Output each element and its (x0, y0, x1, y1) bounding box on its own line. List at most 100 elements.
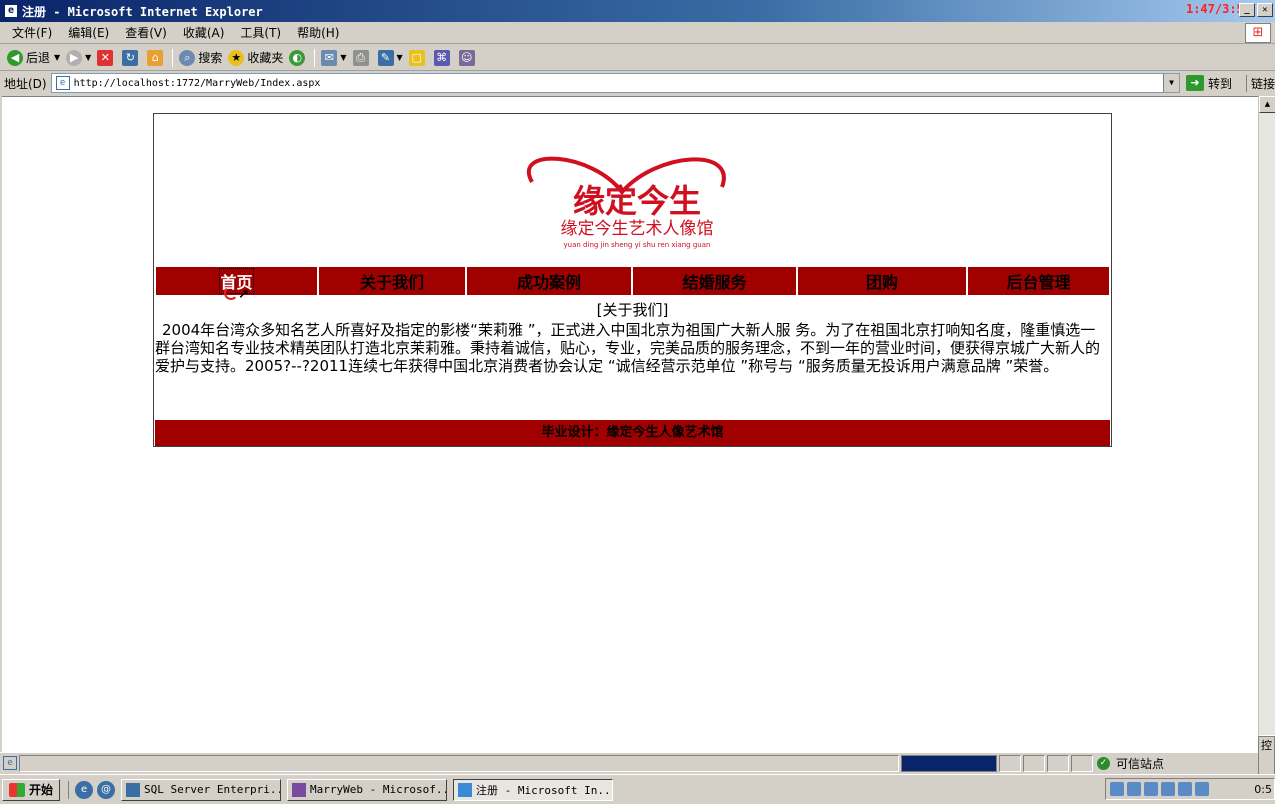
nav-about[interactable]: 关于我们 (319, 267, 465, 295)
menu-view[interactable]: 查看(V) (117, 24, 175, 41)
links-button[interactable]: 链接 (1246, 74, 1275, 92)
network-icon[interactable] (1110, 782, 1124, 796)
security-zone[interactable]: ✓ 可信站点 (1093, 755, 1164, 772)
task-label: 注册 - Microsoft In... (476, 783, 614, 797)
edit-button[interactable]: ✎ ▼ (375, 47, 406, 69)
about-paragraph: 2004年台湾众多知名艺人所喜好及指定的影楼“茉莉雅 ”，正式进入中国北京为祖国… (155, 321, 1101, 375)
window-titlebar[interactable]: e 注册 - Microsoft Internet Explorer 1:47/… (0, 0, 1275, 22)
discuss-button[interactable]: ▢ (406, 47, 431, 69)
status-bar: e ✓ 可信站点 (0, 752, 1258, 773)
status-pane (1023, 754, 1045, 772)
visual-studio-icon (292, 782, 307, 797)
volume-icon[interactable] (1127, 782, 1141, 796)
menu-help[interactable]: 帮助(H) (289, 24, 347, 41)
nav-wedding-services[interactable]: 结婚服务 (633, 267, 796, 295)
chevron-down-icon[interactable]: ▼ (54, 53, 60, 62)
nav-group-buy[interactable]: 团购 (798, 267, 966, 295)
home-icon: ⌂ (147, 49, 164, 66)
menu-favorites[interactable]: 收藏(A) (175, 24, 233, 41)
nav-admin[interactable]: 后台管理 (968, 267, 1109, 295)
task-label: SQL Server Enterpri... (144, 783, 282, 796)
sql-server-icon (126, 782, 141, 797)
refresh-button[interactable]: ↻ (119, 47, 144, 69)
forward-button[interactable]: ▶ ▼ (63, 47, 94, 69)
side-panel-tab[interactable]: 控 (1258, 736, 1275, 776)
outlook-quicklaunch-icon[interactable]: @ (97, 780, 116, 799)
window-title: 注册 - Microsoft Internet Explorer (22, 4, 263, 19)
nav-group-buy-label: 团购 (865, 273, 898, 292)
back-arrow-icon: ◀ (7, 49, 23, 66)
section-heading: [关于我们] (596, 301, 669, 319)
search-button[interactable]: ⌕ 搜索 (176, 47, 225, 69)
status-pane (1047, 754, 1069, 772)
site-logo: 缘定今生 缘定今生艺术人像馆 yuan ding jin sheng yi sh… (527, 156, 726, 249)
tray-app-icon[interactable] (1161, 782, 1175, 796)
chevron-down-icon[interactable]: ▼ (340, 53, 346, 62)
menu-file[interactable]: 文件(F) (4, 24, 60, 41)
ie-page-icon: e (4, 4, 18, 18)
task-visual-studio[interactable]: MarryWeb - Microsof... (287, 778, 448, 801)
close-button[interactable]: ✕ (1257, 3, 1273, 17)
menu-tools[interactable]: 工具(T) (232, 24, 289, 41)
favorites-button[interactable]: ★ 收藏夹 (225, 47, 286, 69)
address-url[interactable]: http://localhost:1772/MarryWeb/Index.asp… (74, 78, 321, 89)
back-button[interactable]: ◀ 后退 ▼ (4, 47, 63, 69)
minimize-button[interactable]: _ (1239, 3, 1255, 17)
messenger-button[interactable]: ☺ (456, 47, 481, 69)
edit-page-icon: ✎ (377, 49, 394, 66)
back-label: 后退 (26, 51, 51, 65)
start-button[interactable]: 开始 (2, 778, 61, 801)
windows-logo-icon: ⊞ (1245, 23, 1271, 43)
stop-icon: ✕ (97, 49, 114, 66)
mail-icon: ✉ (321, 49, 338, 66)
chevron-down-icon[interactable]: ▼ (85, 53, 91, 62)
print-icon: ⎙ (352, 49, 369, 66)
vertical-scrollbar[interactable]: ▲ ▼ (1258, 96, 1275, 752)
task-sql-server[interactable]: SQL Server Enterpri... (121, 778, 282, 801)
ie-page-icon: e (3, 756, 17, 770)
window-controls: _ ✕ (1239, 3, 1273, 17)
click-indicator (224, 286, 238, 300)
ie-quicklaunch-icon[interactable]: e (75, 780, 94, 799)
mail-button[interactable]: ✉ ▼ (318, 47, 349, 69)
address-input[interactable]: e http://localhost:1772/MarryWeb/Index.a… (50, 73, 1181, 93)
scroll-up-arrow-icon[interactable]: ▲ (1259, 96, 1275, 113)
nav-cases[interactable]: 成功案例 (467, 267, 631, 295)
tray-app-icon[interactable] (1144, 782, 1158, 796)
logo-pinyin: yuan ding jin sheng yi shu ren xiang gua… (564, 241, 711, 249)
note-icon: ▢ (408, 49, 425, 66)
media-button[interactable]: ◐ (286, 47, 311, 69)
chevron-down-icon[interactable]: ▼ (397, 53, 403, 62)
tray-clock[interactable]: 0:5 (1254, 783, 1272, 796)
logo-title: 缘定今生 (573, 182, 701, 220)
nav-cases-label: 成功案例 (516, 273, 581, 292)
go-label: 转到 (1208, 76, 1233, 91)
tray-app-icon[interactable] (1195, 782, 1209, 796)
toolbar-divider (314, 48, 316, 67)
home-button[interactable]: ⌂ (144, 47, 169, 69)
address-bar: 地址(D) e http://localhost:1772/MarryWeb/I… (0, 71, 1275, 95)
nav-wedding-services-label: 结婚服务 (682, 273, 747, 292)
research-button[interactable]: ⌘ (431, 47, 456, 69)
chevron-down-icon[interactable]: ▼ (1163, 74, 1180, 92)
status-pane (1071, 754, 1093, 772)
go-button[interactable]: ➜ 转到 (1186, 75, 1232, 92)
menu-edit[interactable]: 编辑(E) (60, 24, 117, 41)
task-internet-explorer[interactable]: 注册 - Microsoft In... (453, 778, 614, 801)
site-nav: 首页 关于我们 成功案例 结婚服务 团购 后台管理 (156, 267, 1109, 295)
research-icon: ⌘ (433, 49, 450, 66)
print-button[interactable]: ⎙ (350, 47, 375, 69)
messenger-icon: ☺ (458, 49, 475, 66)
toolbar-divider (172, 48, 174, 67)
address-label: 地址(D) (4, 76, 47, 91)
media-icon: ◐ (289, 49, 306, 66)
tray-app-icon[interactable] (1178, 782, 1192, 796)
site-container: 缘定今生 缘定今生艺术人像馆 yuan ding jin sheng yi sh… (153, 113, 1112, 447)
stop-button[interactable]: ✕ (94, 47, 119, 69)
go-arrow-icon: ➜ (1186, 75, 1204, 91)
site-footer: 毕业设计：缘定今生人像艺术馆 (155, 420, 1110, 446)
star-icon: ★ (228, 49, 245, 66)
nav-admin-label: 后台管理 (1006, 273, 1071, 292)
checkmark-icon: ✓ (1097, 756, 1110, 770)
logo-subtitle: 缘定今生艺术人像馆 (561, 219, 714, 239)
